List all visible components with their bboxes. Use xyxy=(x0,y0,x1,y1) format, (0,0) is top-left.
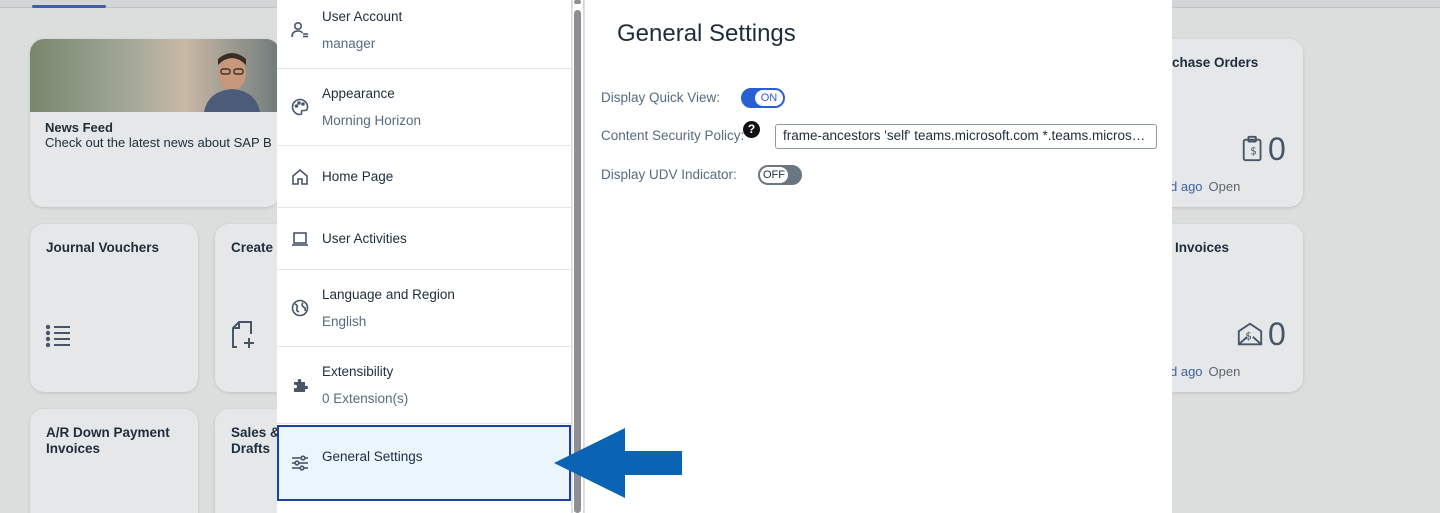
add-document-icon xyxy=(229,320,259,350)
display-quick-view-toggle[interactable]: ON xyxy=(741,88,785,108)
sidebar-item-sublabel: manager xyxy=(322,36,376,51)
sidebar-item-user-activities[interactable]: User Activities xyxy=(277,208,571,270)
news-feed-tile[interactable]: News Feed Check out the latest news abou… xyxy=(30,39,280,207)
sidebar-item-label: General Settings xyxy=(322,449,423,464)
tile-title: Invoices xyxy=(1175,240,1230,255)
tile-title: chase Orders xyxy=(1172,55,1259,70)
tile-title: Sales & Drafts xyxy=(231,425,280,456)
globe-icon xyxy=(291,299,311,319)
clipboard-icon: $ xyxy=(1240,135,1270,165)
sidebar-item-label: Appearance xyxy=(322,86,395,101)
sliders-icon xyxy=(291,454,311,474)
palette-icon xyxy=(291,98,311,118)
display-udv-indicator-label: Display UDV Indicator: xyxy=(601,167,737,182)
time-ago-text: d ago xyxy=(1170,179,1203,194)
sidebar-item-user-account[interactable]: User Account manager xyxy=(277,0,571,69)
svg-text:$: $ xyxy=(1250,146,1257,158)
page-title: General Settings xyxy=(617,20,796,47)
tile-title: Create xyxy=(231,240,274,255)
sidebar-item-label: Extensibility xyxy=(322,364,394,379)
status-text: Open xyxy=(1208,364,1241,379)
tile-title: A/R Down Payment Invoices xyxy=(46,425,170,456)
person-photo xyxy=(204,53,260,112)
money-envelope-icon: $ xyxy=(1236,320,1266,350)
purchase-orders-count: 0 xyxy=(1268,131,1286,167)
laptop-icon xyxy=(291,230,311,250)
status-text: Open xyxy=(1208,179,1241,194)
content-security-policy-input[interactable]: frame-ancestors 'self' teams.microsoft.c… xyxy=(775,124,1157,149)
display-quick-view-label: Display Quick View: xyxy=(601,90,721,105)
active-tab-indicator xyxy=(32,5,106,8)
help-icon[interactable]: ? xyxy=(743,121,760,138)
toggle-state-text: OFF xyxy=(760,167,788,183)
news-feed-title: News Feed xyxy=(45,120,113,135)
journal-vouchers-tile[interactable]: Journal Vouchers xyxy=(30,224,198,392)
time-ago-text: d ago xyxy=(1170,364,1203,379)
tile-footer: d ago Open xyxy=(1170,179,1240,194)
sidebar-item-label: Home Page xyxy=(322,169,394,184)
tile-footer: d ago Open xyxy=(1170,364,1240,379)
sidebar-item-home-page[interactable]: Home Page xyxy=(277,146,571,208)
list-icon xyxy=(44,320,74,350)
content-security-policy-label: Content Security Policy: xyxy=(601,128,745,143)
sidebar-item-extensibility[interactable]: Extensibility 0 Extension(s) xyxy=(277,347,571,424)
toggle-state-text: ON xyxy=(755,90,783,106)
home-icon xyxy=(291,168,311,188)
display-udv-indicator-toggle[interactable]: OFF xyxy=(758,165,802,185)
news-feed-text: Check out the latest news about SAP B xyxy=(45,135,272,150)
sidebar-item-sublabel: 0 Extension(s) xyxy=(322,391,409,406)
invoices-count: 0 xyxy=(1268,316,1286,352)
sidebar-item-general-settings[interactable]: General Settings xyxy=(277,425,571,501)
sidebar-item-label: User Account xyxy=(322,9,403,24)
tile-title: Journal Vouchers xyxy=(46,240,160,255)
settings-nav-list: User Account manager Appearance Morning … xyxy=(277,0,571,513)
ar-down-payment-tile[interactable]: A/R Down Payment Invoices xyxy=(30,409,198,513)
svg-text:$: $ xyxy=(1245,331,1252,343)
scrollbar-cap xyxy=(574,0,581,4)
sidebar-item-label: Language and Region xyxy=(322,287,455,302)
sidebar-item-appearance[interactable]: Appearance Morning Horizon xyxy=(277,69,571,146)
news-feed-photo xyxy=(30,39,280,112)
user-account-icon xyxy=(291,21,311,41)
puzzle-icon xyxy=(291,376,311,396)
sidebar-item-language-region[interactable]: Language and Region English xyxy=(277,270,571,347)
sidebar-item-label: User Activities xyxy=(322,231,407,246)
sidebar-item-sublabel: English xyxy=(322,314,367,329)
pointer-arrow-icon xyxy=(554,428,682,498)
sidebar-item-sublabel: Morning Horizon xyxy=(322,113,422,128)
